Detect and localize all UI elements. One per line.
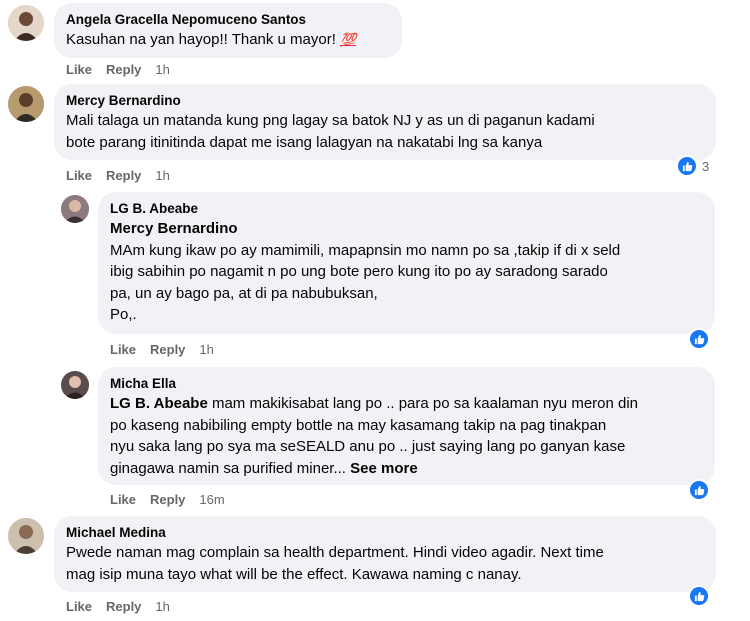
timestamp[interactable]: 1h: [199, 342, 213, 357]
comment-author[interactable]: Mercy Bernardino: [66, 92, 704, 110]
comment-bubble: Micha Ella LG B. Abeabe mam makikisabat …: [98, 367, 715, 485]
like-button[interactable]: Like: [110, 342, 136, 357]
timestamp[interactable]: 1h: [155, 599, 169, 614]
timestamp[interactable]: 1h: [155, 168, 169, 183]
thumbs-up-icon: [688, 479, 710, 501]
reaction-summary[interactable]: [688, 479, 710, 501]
comment-text-line: bote parang itinitinda dapat me isang la…: [66, 133, 543, 151]
comment-text: Kasuhan na yan hayop!! Thank u mayor! 💯: [66, 31, 357, 48]
reply-button[interactable]: Reply: [106, 62, 141, 77]
comment-bubble: Angela Gracella Nepomuceno Santos Kasuha…: [54, 3, 402, 58]
comment-author[interactable]: Micha Ella: [110, 375, 703, 393]
mention-link[interactable]: LG B. Abeabe: [110, 395, 208, 412]
comment-text-line: ibig sabihin po nagamit n po ung bote pe…: [110, 263, 608, 280]
avatar[interactable]: [8, 86, 44, 122]
comment-actions: Like Reply 1h: [66, 599, 184, 615]
comment-actions: Like Reply 1h: [110, 342, 228, 358]
comment-bubble: Mercy Bernardino Mali talaga un matanda …: [54, 84, 716, 160]
reply-button[interactable]: Reply: [106, 168, 141, 183]
comment-text-line: MAm kung ikaw po ay mamimili, mapapnsin …: [110, 241, 621, 259]
like-button[interactable]: Like: [110, 492, 136, 507]
comment-text-line: po kaseng nabibiling empty bottle na may…: [110, 416, 607, 434]
thumbs-up-icon: [688, 328, 710, 350]
see-more-link[interactable]: See more: [350, 460, 418, 477]
comment-text-line: Pwede naman mag complain sa health depar…: [66, 544, 604, 561]
mention-link[interactable]: Mercy Bernardino: [110, 218, 703, 240]
comment-actions: Like Reply 16m: [110, 492, 239, 508]
avatar[interactable]: [61, 195, 89, 223]
comment-bubble: LG B. Abeabe Mercy Bernardino MAm kung i…: [98, 192, 715, 334]
thumbs-up-icon: [676, 155, 698, 177]
like-button[interactable]: Like: [66, 168, 92, 183]
reaction-summary[interactable]: 3: [676, 155, 709, 177]
comment-author[interactable]: Michael Medina: [66, 524, 704, 542]
comment-text-line: ginagawa namin sa purified miner... See …: [110, 459, 418, 477]
comment-actions: Like Reply 1h: [66, 168, 184, 184]
avatar[interactable]: [61, 371, 89, 399]
hundred-points-emoji: 💯: [340, 32, 357, 47]
like-button[interactable]: Like: [66, 62, 92, 77]
reaction-count: 3: [702, 158, 710, 174]
comment-text-line: nyu saka lang po sya ma seSEALD anu po .…: [110, 438, 626, 455]
thumbs-up-icon: [688, 585, 710, 607]
comment-text-line: Po,.: [110, 306, 137, 323]
reply-button[interactable]: Reply: [150, 492, 185, 507]
reply-button[interactable]: Reply: [106, 599, 141, 614]
like-button[interactable]: Like: [66, 599, 92, 614]
comment-text-line: Mali talaga un matanda kung png lagay sa…: [66, 112, 595, 129]
comment-actions: Like Reply 1h: [66, 62, 184, 78]
reply-button[interactable]: Reply: [150, 342, 185, 357]
timestamp[interactable]: 1h: [155, 62, 169, 77]
avatar[interactable]: [8, 518, 44, 554]
comment-bubble: Michael Medina Pwede naman mag complain …: [54, 516, 716, 592]
comment-author[interactable]: LG B. Abeabe: [110, 200, 703, 218]
avatar[interactable]: [8, 5, 44, 41]
comment-author[interactable]: Angela Gracella Nepomuceno Santos: [66, 11, 390, 29]
reaction-summary[interactable]: [688, 585, 710, 607]
timestamp[interactable]: 16m: [199, 492, 224, 507]
reaction-summary[interactable]: [688, 328, 710, 350]
comment-text-line: pa, un ay bago pa, at di pa nabubuksan,: [110, 284, 378, 302]
comment-text-line: LG B. Abeabe mam makikisabat lang po .. …: [110, 395, 639, 412]
comment-text-line: mag isip muna tayo what will be the effe…: [66, 565, 522, 583]
